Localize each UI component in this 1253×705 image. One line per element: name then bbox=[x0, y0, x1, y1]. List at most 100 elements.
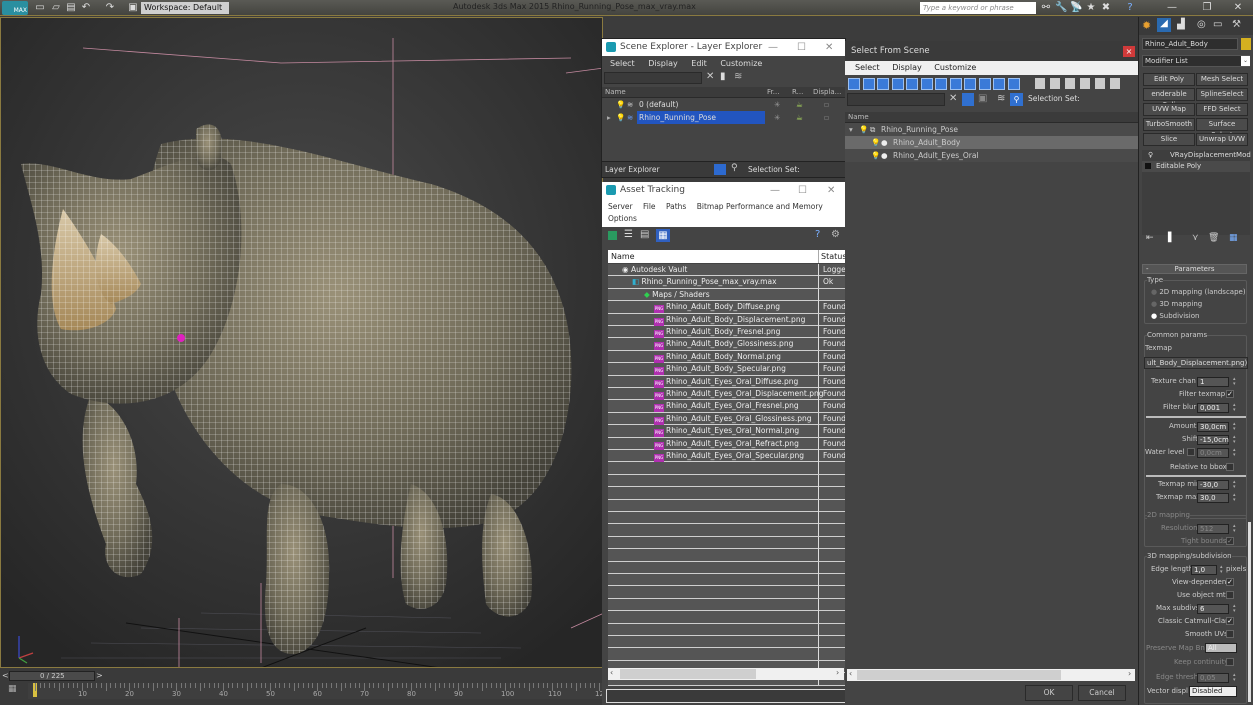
asset-row-map[interactable]: PNG Rhino_Adult_Eyes_Oral_Fresnel.png Foun… bbox=[608, 400, 846, 413]
clear-search-icon[interactable]: ✕ bbox=[706, 71, 714, 82]
column-name[interactable]: Name bbox=[608, 252, 635, 261]
list-view-icon[interactable]: ☰ bbox=[624, 229, 633, 240]
modifier-button[interactable]: Unwrap UVW bbox=[1196, 133, 1248, 146]
filter-hidden-icon[interactable] bbox=[1007, 78, 1020, 90]
scene-explorer-titlebar[interactable]: Scene Explorer - Layer Explorer — ☐ ✕ bbox=[602, 39, 845, 56]
lightbulb-icon[interactable]: 💡 bbox=[616, 111, 625, 124]
select-all-icon[interactable]: ▮ bbox=[720, 71, 726, 82]
display-all-icon[interactable] bbox=[1035, 78, 1045, 89]
asset-row-map[interactable]: PNG Rhino_Adult_Body_Glossiness.png Found bbox=[608, 338, 846, 351]
explorer-type-dropdown[interactable]: Layer Explorer bbox=[605, 165, 705, 174]
next-frame-button[interactable]: > bbox=[96, 671, 103, 680]
display-icon[interactable]: ▫ bbox=[824, 111, 829, 124]
texmap-min-spinner[interactable]: ▴ ▾ bbox=[1233, 480, 1238, 490]
configure-sets-icon[interactable]: ▦ bbox=[1229, 233, 1238, 243]
resolution-field[interactable]: 512 bbox=[1197, 524, 1229, 534]
asset-row-file[interactable]: ◧ Rhino_Running_Pose_max_vray.max Ok bbox=[608, 276, 846, 289]
app-menu-button[interactable]: MAX bbox=[2, 1, 28, 15]
asset-row-map[interactable]: PNG Rhino_Adult_Body_Fresnel.png Found bbox=[608, 326, 846, 339]
expand-arrow-icon[interactable]: ▸ bbox=[607, 111, 611, 124]
time-ruler[interactable]: 10 20 30 40 50 60 70 80 90 100 110 12 bbox=[28, 683, 610, 699]
find-input[interactable] bbox=[604, 72, 702, 84]
menu-customize[interactable]: Customize bbox=[720, 59, 762, 68]
exchange-icon[interactable]: ✖ bbox=[1100, 2, 1112, 13]
communication-center-icon[interactable]: 📡 bbox=[1070, 2, 1082, 13]
asset-row-map[interactable]: PNG Rhino_Adult_Eyes_Oral_Specular.png Fou… bbox=[608, 450, 846, 463]
menu-paths[interactable]: Paths bbox=[666, 202, 686, 211]
column-display[interactable]: Displa... bbox=[813, 87, 841, 98]
prev-frame-button[interactable]: < bbox=[2, 671, 9, 680]
asset-row-group[interactable]: ◆ Maps / Shaders bbox=[608, 288, 846, 302]
motion-tab-icon[interactable]: ◎ bbox=[1197, 19, 1206, 30]
modifier-button[interactable]: Surface Select bbox=[1196, 118, 1248, 139]
asset-tracking-titlebar[interactable]: Asset Tracking — ☐ ✕ bbox=[602, 182, 846, 199]
menu-display[interactable]: Display bbox=[648, 59, 678, 68]
use-object-mtl-checkbox[interactable] bbox=[1226, 591, 1234, 599]
scrollbar-thumb[interactable] bbox=[620, 669, 756, 679]
shift-field[interactable]: -15,0cm bbox=[1197, 435, 1229, 445]
modifier-button[interactable]: FFD Select bbox=[1196, 103, 1248, 116]
scroll-right-icon[interactable]: › bbox=[1128, 669, 1131, 678]
asset-row-map[interactable]: PNG Rhino_Adult_Eyes_Oral_Glossiness.png F… bbox=[608, 412, 846, 426]
amount-spinner[interactable]: ▴ ▾ bbox=[1233, 422, 1238, 432]
help-icon[interactable]: ? bbox=[1124, 2, 1136, 13]
modifier-list-dropdown[interactable]: Modifier List ⌄ bbox=[1142, 55, 1250, 67]
asset-row-map[interactable]: PNG Rhino_Adult_Body_Normal.png Found bbox=[608, 350, 846, 364]
asset-row-map[interactable]: PNG Rhino_Adult_Body_Diffuse.png Found bbox=[608, 301, 846, 314]
max-subdivs-field[interactable]: 6 bbox=[1197, 604, 1229, 614]
layer-row-selected[interactable]: ▸ 💡 ≋ Rhino_Running_Pose ✳ ☕ ▫ bbox=[602, 111, 845, 124]
minimize-button[interactable]: — bbox=[1160, 0, 1184, 16]
minimize-button[interactable]: — bbox=[770, 182, 780, 199]
lightbulb-icon[interactable]: 💡 bbox=[871, 136, 880, 149]
asset-row-vault[interactable]: ◉ Autodesk Vault Logged bbox=[608, 264, 851, 277]
binoculars-icon[interactable]: ⚯ bbox=[1040, 2, 1052, 13]
lightbulb-icon[interactable]: 💡 bbox=[859, 123, 868, 136]
menu-select[interactable]: Select bbox=[855, 63, 880, 72]
project-folder-icon[interactable]: ▣ bbox=[127, 2, 139, 13]
modifier-button[interactable]: Mesh Select bbox=[1196, 73, 1248, 86]
new-file-icon[interactable]: ▭ bbox=[34, 2, 46, 13]
pin-stack-icon[interactable]: ⇤ bbox=[1146, 233, 1154, 243]
modify-tab-icon[interactable]: ◢ bbox=[1157, 18, 1171, 32]
water-level-checkbox[interactable] bbox=[1187, 448, 1195, 456]
column-name[interactable]: Name bbox=[848, 113, 869, 121]
filter-space-warps-icon[interactable] bbox=[920, 78, 933, 90]
undo-icon[interactable]: ↶ bbox=[80, 2, 92, 13]
freeze-icon[interactable]: ✳ bbox=[774, 111, 780, 124]
redo-icon[interactable]: ↷ bbox=[104, 2, 116, 13]
menu-file[interactable]: File bbox=[643, 202, 656, 211]
smooth-uvs-checkbox[interactable] bbox=[1226, 630, 1234, 638]
close-button[interactable]: ✕ bbox=[825, 39, 833, 56]
save-file-icon[interactable]: ▤ bbox=[65, 2, 77, 13]
subscription-icon[interactable]: 🔧 bbox=[1055, 2, 1067, 13]
radio-3d-mapping[interactable]: ● 3D mapping bbox=[1151, 300, 1202, 308]
clear-search-icon[interactable]: ✕ bbox=[949, 93, 957, 104]
texmap-max-spinner[interactable]: ▴ ▾ bbox=[1233, 493, 1238, 503]
object-color-swatch[interactable] bbox=[1241, 38, 1251, 50]
texmap-button[interactable]: ult_Body_Displacement.png) bbox=[1144, 357, 1248, 369]
hierarchy-icon[interactable]: ⚲ bbox=[1010, 93, 1023, 106]
find-input[interactable] bbox=[847, 93, 945, 106]
utilities-tab-icon[interactable]: ⚒ bbox=[1232, 19, 1241, 30]
texmap-max-field[interactable]: 30,0 bbox=[1197, 493, 1229, 503]
layer-mode-icon[interactable] bbox=[714, 164, 726, 175]
restore-button[interactable]: ❐ bbox=[1195, 0, 1219, 16]
filter-blur-spinner[interactable]: ▴ ▾ bbox=[1233, 403, 1238, 413]
filter-lights-icon[interactable] bbox=[877, 78, 889, 90]
search-input[interactable]: Type a keyword or phrase bbox=[920, 2, 1036, 14]
layer-row[interactable]: 💡 ≋ 0 (default) ✳ ☕ ▫ bbox=[602, 98, 845, 111]
invert-display-icon[interactable] bbox=[1065, 78, 1075, 89]
remove-modifier-icon[interactable]: 🗑 bbox=[1208, 233, 1219, 243]
lightbulb-icon[interactable]: ♀ bbox=[1148, 150, 1153, 161]
modifier-button[interactable]: Slice bbox=[1143, 133, 1195, 146]
asset-row-map[interactable]: PNG Rhino_Adult_Eyes_Oral_Normal.png Found bbox=[608, 425, 846, 438]
lightbulb-icon[interactable]: 💡 bbox=[871, 149, 880, 162]
view-dependent-checkbox[interactable]: ✓ bbox=[1226, 578, 1234, 586]
show-end-result-icon[interactable]: ▌ bbox=[1168, 233, 1175, 243]
filter-frozen-icon[interactable] bbox=[993, 78, 1005, 90]
tight-bounds-checkbox[interactable]: ✓ bbox=[1226, 537, 1234, 545]
asset-row-map[interactable]: PNG Rhino_Adult_Eyes_Oral_Diffuse.png Foun… bbox=[608, 375, 846, 388]
relative-bbox-checkbox[interactable] bbox=[1226, 463, 1234, 471]
refresh-icon[interactable] bbox=[608, 231, 617, 240]
asset-row-map[interactable]: PNG Rhino_Adult_Eyes_Oral_Refract.png Foun… bbox=[608, 437, 846, 450]
